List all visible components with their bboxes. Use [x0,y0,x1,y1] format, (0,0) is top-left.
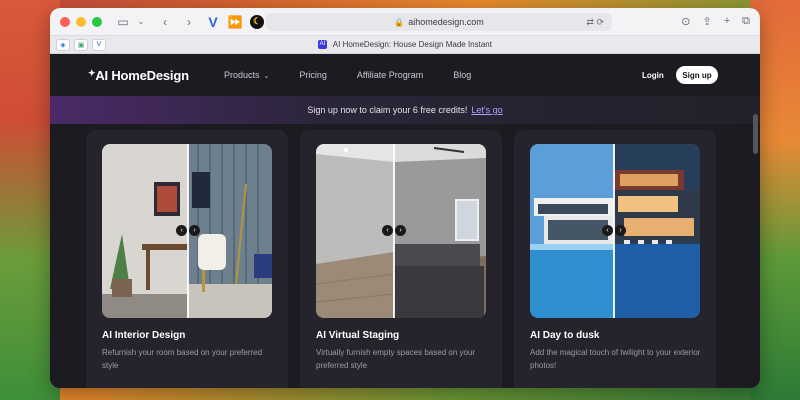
menu-item-products[interactable]: Products ⌄ [224,70,269,80]
fast-forward-extension-icon[interactable]: ⏩ [228,15,243,29]
comparison-handle[interactable]: ‹ › [602,225,626,237]
tab-overview-icon[interactable]: ⧉ [742,15,750,28]
window-controls [60,16,102,27]
share-icon[interactable]: ⇪ [702,15,711,28]
new-tab-icon[interactable]: + [724,15,730,28]
login-link[interactable]: Login [642,71,664,80]
feature-card-virtual-staging[interactable]: ‹ › AI Virtual Staging Virtually furnish… [300,130,502,388]
chevron-down-icon: ⌄ [263,73,270,80]
after-image [188,144,272,318]
vpn-extension-icon[interactable]: V [206,14,220,30]
close-window-button[interactable] [60,16,70,27]
back-icon[interactable]: ‹ [158,15,172,29]
browser-window: ▭ ⌄ ‹ › V ⏩ ☾ ⛉ 🔒 aihomedesign.com ⇄ ⟳ ⊙… [50,8,760,388]
feature-card-interior[interactable]: ‹ › AI Interior Design Refurnish your ro… [86,130,288,388]
download-icon[interactable]: ⊙ [681,15,690,28]
forward-icon[interactable]: › [182,15,196,29]
active-tab[interactable]: AI AI HomeDesign: House Design Made Inst… [50,39,760,50]
tab-favicon: AI [318,40,327,50]
chevron-right-icon: › [615,225,626,236]
sidebar-toggle-icon[interactable]: ▭ [116,15,130,29]
site-logo[interactable]: ✦AI HomeDesign [88,68,189,83]
card-description: Virtually furnish empty spaces based on … [316,348,476,370]
main-menu: Products ⌄ Pricing Affiliate Program Blog [224,70,471,80]
menu-item-affiliate[interactable]: Affiliate Program [357,70,423,80]
chevron-right-icon: › [395,225,406,236]
promo-text: Sign up now to claim your 6 free credits… [307,105,468,115]
comparison-handle[interactable]: ‹ › [382,225,406,237]
page-scrollbar[interactable] [753,114,758,154]
card-description: Refurnish your room based on your prefer… [102,348,263,370]
card-title: AI Virtual Staging [316,330,400,341]
before-after-image[interactable]: ‹ › [102,144,272,318]
menu-item-pricing[interactable]: Pricing [299,70,327,80]
logo-text: AI HomeDesign [95,67,189,83]
after-image [614,144,700,318]
card-description: Add the magical touch of twilight to you… [530,348,701,370]
comparison-handle[interactable]: ‹ › [176,225,200,237]
tab-title-text: AI HomeDesign: House Design Made Instant [332,39,492,49]
address-url: aihomedesign.com [408,17,484,27]
feature-card-day-to-dusk[interactable]: ‹ › AI Day to dusk Add the magical touch… [514,130,716,388]
promo-banner: Sign up now to claim your 6 free credits… [50,96,760,124]
site-header: ✦AI HomeDesign Products ⌄ Pricing Affilia… [50,54,760,96]
after-image [394,144,486,318]
promo-cta-link[interactable]: Let's go [471,105,502,115]
night-mode-extension-icon[interactable]: ☾ [250,14,264,29]
chevron-left-icon: ‹ [602,225,613,236]
feature-cards: ‹ › AI Interior Design Refurnish your ro… [50,128,760,388]
card-title: AI Interior Design [102,330,186,341]
chevron-left-icon: ‹ [176,225,187,236]
web-page: ✦AI HomeDesign Products ⌄ Pricing Affilia… [50,54,760,388]
tab-bar: ◈ ▣ V AI AI HomeDesign: House Design Mad… [50,36,760,54]
address-bar[interactable]: 🔒 aihomedesign.com ⇄ ⟳ [266,13,612,31]
chevron-right-icon: › [189,225,200,236]
chevron-left-icon: ‹ [382,225,393,236]
chevron-down-icon[interactable]: ⌄ [134,17,148,26]
translate-icon[interactable]: ⇄ ⟳ [586,17,604,28]
lock-icon: 🔒 [394,17,405,27]
menu-item-blog[interactable]: Blog [453,70,471,80]
browser-toolbar: ▭ ⌄ ‹ › V ⏩ ☾ ⛉ 🔒 aihomedesign.com ⇄ ⟳ ⊙… [50,8,760,36]
before-after-image[interactable]: ‹ › [316,144,486,318]
minimize-window-button[interactable] [76,16,86,27]
card-title: AI Day to dusk [530,330,600,341]
toolbar-right-actions: ⊙ ⇪ + ⧉ [681,15,750,28]
signup-button[interactable]: Sign up [676,66,718,84]
before-after-image[interactable]: ‹ › [530,144,700,318]
zoom-window-button[interactable] [92,16,102,27]
